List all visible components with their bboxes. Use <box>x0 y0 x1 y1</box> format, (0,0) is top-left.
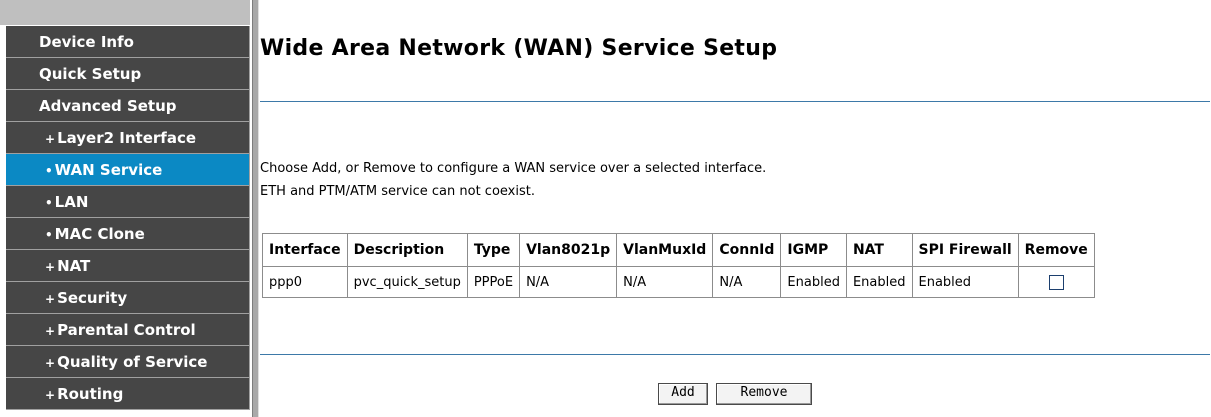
bullet-icon: • <box>45 196 53 210</box>
remove-checkbox[interactable] <box>1048 274 1064 290</box>
wan-service-table: Interface Description Type Vlan8021p Vla… <box>262 233 1095 298</box>
sidebar-item-label: WAN Service <box>54 161 163 179</box>
page-title: Wide Area Network (WAN) Service Setup <box>260 36 778 61</box>
column-header: Type <box>466 233 521 267</box>
plus-icon: + <box>45 324 56 338</box>
frame-divider[interactable] <box>252 0 259 417</box>
table-cell <box>1017 266 1095 298</box>
table-cell: Enabled <box>911 266 1019 298</box>
divider-line <box>260 101 1210 102</box>
sidebar-item-quality-of-service[interactable]: + Quality of Service <box>6 346 250 378</box>
sidebar-item-advanced-setup[interactable]: Advanced Setup <box>6 90 250 122</box>
plus-icon: + <box>45 132 56 146</box>
plus-icon: + <box>45 388 56 402</box>
add-button[interactable]: Add <box>658 383 708 405</box>
sidebar-item-device-info[interactable]: Device Info <box>6 26 250 58</box>
divider-line <box>260 354 1210 355</box>
table-row: ppp0 pvc_quick_setup PPPoE N/A N/A N/A E… <box>262 266 1095 298</box>
sidebar: Device Info Quick Setup Advanced Setup +… <box>0 0 250 417</box>
sidebar-item-label: Parental Control <box>57 321 196 339</box>
sidebar-item-label: Device Info <box>39 33 134 51</box>
sidebar-item-label: Layer2 Interface <box>57 129 197 147</box>
table-cell: N/A <box>519 266 618 298</box>
main-content: Wide Area Network (WAN) Service Setup Ch… <box>260 0 1211 417</box>
sidebar-item-label: Advanced Setup <box>39 97 177 115</box>
table-cell: N/A <box>616 266 714 298</box>
sidebar-item-lan[interactable]: • LAN <box>6 186 250 218</box>
column-header: IGMP <box>780 233 847 267</box>
sidebar-item-label: Security <box>57 289 128 307</box>
description-note: ETH and PTM/ATM service can not coexist. <box>260 184 535 199</box>
bullet-icon: • <box>45 228 53 242</box>
column-header: Vlan8021p <box>519 233 618 267</box>
sidebar-item-layer2-interface[interactable]: + Layer2 Interface <box>6 122 250 154</box>
sidebar-item-parental-control[interactable]: + Parental Control <box>6 314 250 346</box>
sidebar-item-security[interactable]: + Security <box>6 282 250 314</box>
column-header: Interface <box>262 233 348 267</box>
sidebar-item-mac-clone[interactable]: • MAC Clone <box>6 218 250 250</box>
table-cell: N/A <box>712 266 782 298</box>
sidebar-item-label: MAC Clone <box>54 225 145 243</box>
column-header: Description <box>346 233 468 267</box>
table-cell: PPPoE <box>466 266 521 298</box>
plus-icon: + <box>45 260 56 274</box>
sidebar-item-routing[interactable]: + Routing <box>6 378 250 410</box>
sidebar-header <box>0 0 250 26</box>
remove-button[interactable]: Remove <box>716 383 812 405</box>
sidebar-item-quick-setup[interactable]: Quick Setup <box>6 58 250 90</box>
table-header-row: Interface Description Type Vlan8021p Vla… <box>262 233 1095 267</box>
column-header: NAT <box>845 233 913 267</box>
table-cell: Enabled <box>845 266 913 298</box>
description-text: Choose Add, or Remove to configure a WAN… <box>260 161 767 176</box>
table-cell: pvc_quick_setup <box>346 266 468 298</box>
column-header: SPI Firewall <box>911 233 1019 267</box>
sidebar-item-label: Quality of Service <box>57 353 208 371</box>
table-cell: Enabled <box>780 266 847 298</box>
sidebar-item-wan-service[interactable]: • WAN Service <box>6 154 250 186</box>
sidebar-item-label: Quick Setup <box>39 65 142 83</box>
sidebar-item-label: LAN <box>54 193 89 211</box>
column-header: ConnId <box>712 233 782 267</box>
table-cell: ppp0 <box>262 266 348 298</box>
bullet-icon: • <box>45 164 53 178</box>
column-header: Remove <box>1017 233 1095 267</box>
column-header: VlanMuxId <box>616 233 714 267</box>
plus-icon: + <box>45 356 56 370</box>
sidebar-item-label: NAT <box>57 257 91 275</box>
plus-icon: + <box>45 292 56 306</box>
sidebar-item-nat[interactable]: + NAT <box>6 250 250 282</box>
sidebar-item-label: Routing <box>57 385 124 403</box>
